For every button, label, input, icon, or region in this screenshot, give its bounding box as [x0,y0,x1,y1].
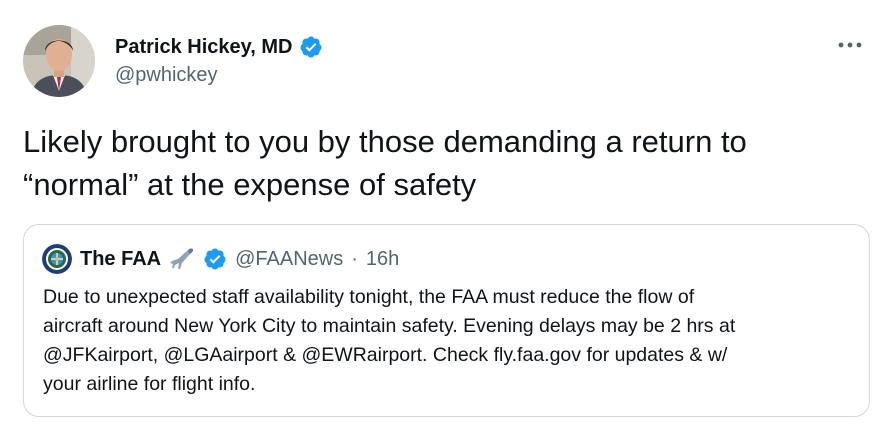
quoted-tweet-card[interactable]: The FAA @FAANews · 16h Due to unexpected… [23,224,870,417]
tweet-text-line: “normal” at the expense of safety [23,167,477,202]
quoted-text-line: aircraft around New York City to maintai… [43,315,736,337]
verified-badge-icon [203,247,227,271]
tweet-text-line: Likely brought to you by those demanding… [23,124,747,159]
quoted-tweet-header: The FAA @FAANews · 16h [42,244,399,274]
author-name[interactable]: Patrick Hickey, MD [115,35,323,59]
quoted-text-line: your airline for flight info. [43,373,256,395]
quoted-text-line: @JFKairport, @LGAairport & @EWRairport. … [43,344,728,366]
quoted-author-handle[interactable]: @FAANews [235,248,343,271]
author-handle[interactable]: @pwhickey [115,64,218,87]
author-avatar[interactable] [23,25,95,97]
faa-seal-avatar[interactable] [42,244,72,274]
quoted-text-line: Due to unexpected staff availability ton… [43,286,695,308]
more-horizontal-icon [838,42,862,48]
quoted-tweet-timestamp[interactable]: 16h [366,248,399,271]
airplane-icon [169,246,195,272]
author-avatar-image [23,25,95,97]
separator-dot: · [351,247,358,270]
tweet-text: Likely brought to you by those demanding… [23,120,863,206]
quoted-author-name[interactable]: The FAA [80,248,161,271]
verified-badge-icon [299,35,323,59]
author-display-name: Patrick Hickey, MD [115,35,293,58]
more-options-button[interactable] [832,30,868,60]
quoted-tweet-text: Due to unexpected staff availability ton… [43,283,853,399]
